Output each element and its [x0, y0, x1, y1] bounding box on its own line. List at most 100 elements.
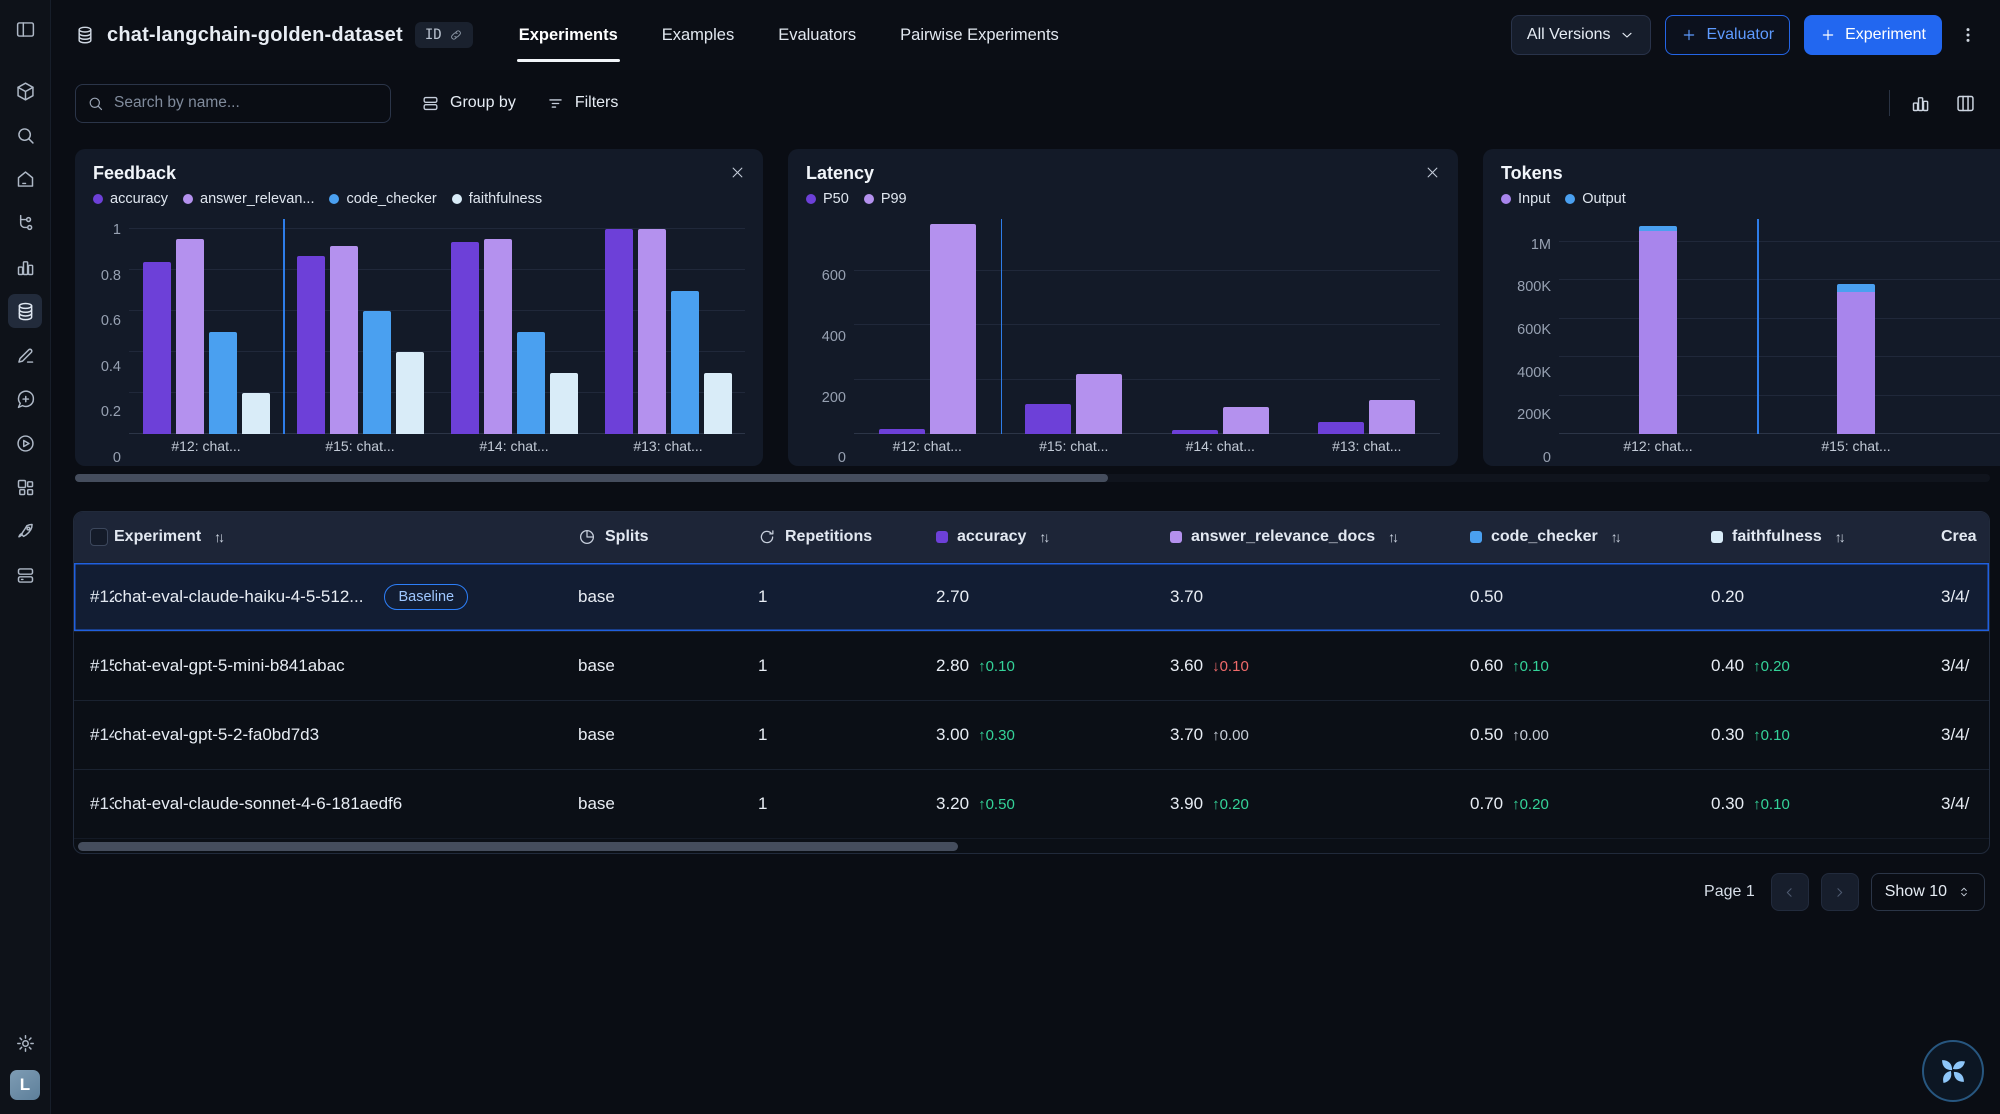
- bar-P50[interactable]: [1172, 430, 1218, 434]
- tab-examples[interactable]: Examples: [660, 0, 736, 70]
- cell-code_checker: 0.50: [1470, 587, 1711, 607]
- sidebar-item-prompts-chat-plus[interactable]: [8, 382, 42, 416]
- group-by-label: Group by: [450, 94, 516, 112]
- sidebar-item-panel-toggle[interactable]: [8, 12, 42, 46]
- stacked-bar[interactable]: [1639, 219, 1677, 434]
- prev-page-button[interactable]: [1771, 873, 1809, 911]
- add-evaluator-button[interactable]: Evaluator: [1665, 15, 1790, 55]
- splits-value: base: [578, 794, 615, 814]
- link-icon: [449, 28, 463, 42]
- cell-faithfulness: 0.20: [1711, 587, 1941, 607]
- sidebar-item-servers-stack[interactable]: [8, 558, 42, 592]
- sort-icon[interactable]: ↑↓: [214, 529, 222, 545]
- table-horizontal-scrollbar[interactable]: [74, 838, 1989, 853]
- metric-value: 0.30: [1711, 794, 1744, 814]
- sidebar-item-agents-blocks[interactable]: [8, 470, 42, 504]
- select-all-checkbox[interactable]: [90, 528, 108, 546]
- versions-dropdown[interactable]: All Versions: [1511, 15, 1652, 55]
- sort-icon[interactable]: ↑↓: [1039, 529, 1047, 545]
- bar-accuracy[interactable]: [143, 262, 171, 434]
- table-row[interactable]: #12chat-eval-claude-haiku-4-5-512...Base…: [74, 562, 1989, 631]
- legend-label: code_checker: [346, 191, 436, 207]
- legend-dot: [93, 194, 103, 204]
- stacked-bar[interactable]: [1837, 219, 1875, 434]
- datasets-database-icon: [15, 301, 36, 322]
- bar-accuracy[interactable]: [605, 229, 633, 434]
- bar-faithfulness[interactable]: [242, 393, 270, 434]
- sidebar-item-settings-gear[interactable]: [8, 1026, 42, 1060]
- bar-code-checker[interactable]: [517, 332, 545, 434]
- tab-evaluators[interactable]: Evaluators: [776, 0, 858, 70]
- sidebar-item-home[interactable]: [8, 162, 42, 196]
- bar-P99[interactable]: [1076, 374, 1122, 434]
- bar-accuracy[interactable]: [297, 256, 325, 434]
- charts-horizontal-scrollbar[interactable]: [75, 474, 1990, 482]
- bar-P50[interactable]: [1025, 404, 1071, 434]
- sidebar-item-annotate-pencil[interactable]: [8, 338, 42, 372]
- filters-button[interactable]: Filters: [546, 94, 619, 113]
- bar-P99[interactable]: [1369, 400, 1415, 434]
- bar-answer-relevan-[interactable]: [330, 246, 358, 434]
- bar-code-checker[interactable]: [209, 332, 237, 434]
- close-icon[interactable]: [1425, 165, 1440, 180]
- user-avatar[interactable]: L: [10, 1070, 40, 1100]
- bar-segment-input: [1837, 292, 1875, 434]
- bar-answer-relevan-[interactable]: [176, 239, 204, 434]
- bar-code-checker[interactable]: [671, 291, 699, 434]
- feedback-swatch: [936, 531, 948, 543]
- metric-delta: ↑0.50: [978, 796, 1015, 813]
- bar-code-checker[interactable]: [363, 311, 391, 434]
- bar-faithfulness[interactable]: [550, 373, 578, 434]
- page-size-select[interactable]: Show 10: [1871, 873, 1985, 911]
- scrollbar-thumb[interactable]: [75, 474, 1108, 482]
- bar-P99[interactable]: [1223, 407, 1269, 434]
- sort-icon[interactable]: ↑↓: [1388, 529, 1396, 545]
- kebab-menu-icon[interactable]: [1956, 21, 1980, 49]
- x-axis-labels: #12: chat...#15: chat...#14: chat...#13:…: [129, 434, 745, 458]
- sidebar-item-deployments-rocket[interactable]: [8, 514, 42, 548]
- close-icon[interactable]: [730, 165, 745, 180]
- tab-experiments[interactable]: Experiments: [517, 0, 620, 70]
- table-row[interactable]: #14chat-eval-gpt-5-2-fa0bd7d3base13.00↑0…: [74, 700, 1989, 769]
- legend-item-Input: Input: [1501, 191, 1550, 207]
- next-page-button[interactable]: [1821, 873, 1859, 911]
- table-row[interactable]: #15chat-eval-gpt-5-mini-b841abacbase12.8…: [74, 631, 1989, 700]
- sort-icon[interactable]: ↑↓: [1611, 529, 1619, 545]
- bar-P99[interactable]: [930, 224, 976, 434]
- metric-delta: ↑0.00: [1512, 727, 1549, 744]
- y-axis: 0200K400K600K800K1M: [1501, 219, 1559, 458]
- sidebar-item-search[interactable]: [8, 118, 42, 152]
- legend-label: Input: [1518, 191, 1550, 207]
- add-experiment-button[interactable]: Experiment: [1804, 15, 1942, 55]
- bar-accuracy[interactable]: [451, 242, 479, 434]
- cell-splits: base: [578, 587, 758, 607]
- bar-P50[interactable]: [1318, 422, 1364, 434]
- pagination: Page 1 Show 10: [51, 873, 1985, 911]
- bar-P50[interactable]: [879, 429, 925, 434]
- bar-answer-relevan-[interactable]: [638, 229, 666, 434]
- column-label: answer_relevance_docs: [1191, 528, 1375, 546]
- group-by-button[interactable]: Group by: [421, 94, 516, 113]
- table-row[interactable]: #13chat-eval-claude-sonnet-4-6-181aedf6b…: [74, 769, 1989, 838]
- sort-icon[interactable]: ↑↓: [1835, 529, 1843, 545]
- charts-toggle-icon[interactable]: [1906, 89, 1935, 118]
- scrollbar-thumb[interactable]: [78, 842, 958, 851]
- main-area: chat-langchain-golden-dataset ID Experim…: [51, 0, 2000, 1114]
- metric-value: 0.30: [1711, 725, 1744, 745]
- id-badge[interactable]: ID: [415, 22, 473, 48]
- y-tick-label: 800K: [1517, 279, 1551, 295]
- bar-answer-relevan-[interactable]: [484, 239, 512, 434]
- columns-toggle-icon[interactable]: [1951, 89, 1980, 118]
- tab-pairwise-experiments[interactable]: Pairwise Experiments: [898, 0, 1061, 70]
- sidebar-item-trace-tree[interactable]: [8, 206, 42, 240]
- sidebar-item-langsmith-cube[interactable]: [8, 74, 42, 108]
- search-input[interactable]: [75, 84, 391, 123]
- sidebar-item-monitor-bars[interactable]: [8, 250, 42, 284]
- sidebar-item-datasets-database[interactable]: [8, 294, 42, 328]
- bar-faithfulness[interactable]: [704, 373, 732, 434]
- bar-faithfulness[interactable]: [396, 352, 424, 434]
- assistant-logo-button[interactable]: [1922, 1040, 1984, 1102]
- legend-dot: [1501, 194, 1511, 204]
- sidebar-item-playground-play[interactable]: [8, 426, 42, 460]
- header-cell-answer_relevance_docs: answer_relevance_docs ↑↓: [1170, 528, 1470, 546]
